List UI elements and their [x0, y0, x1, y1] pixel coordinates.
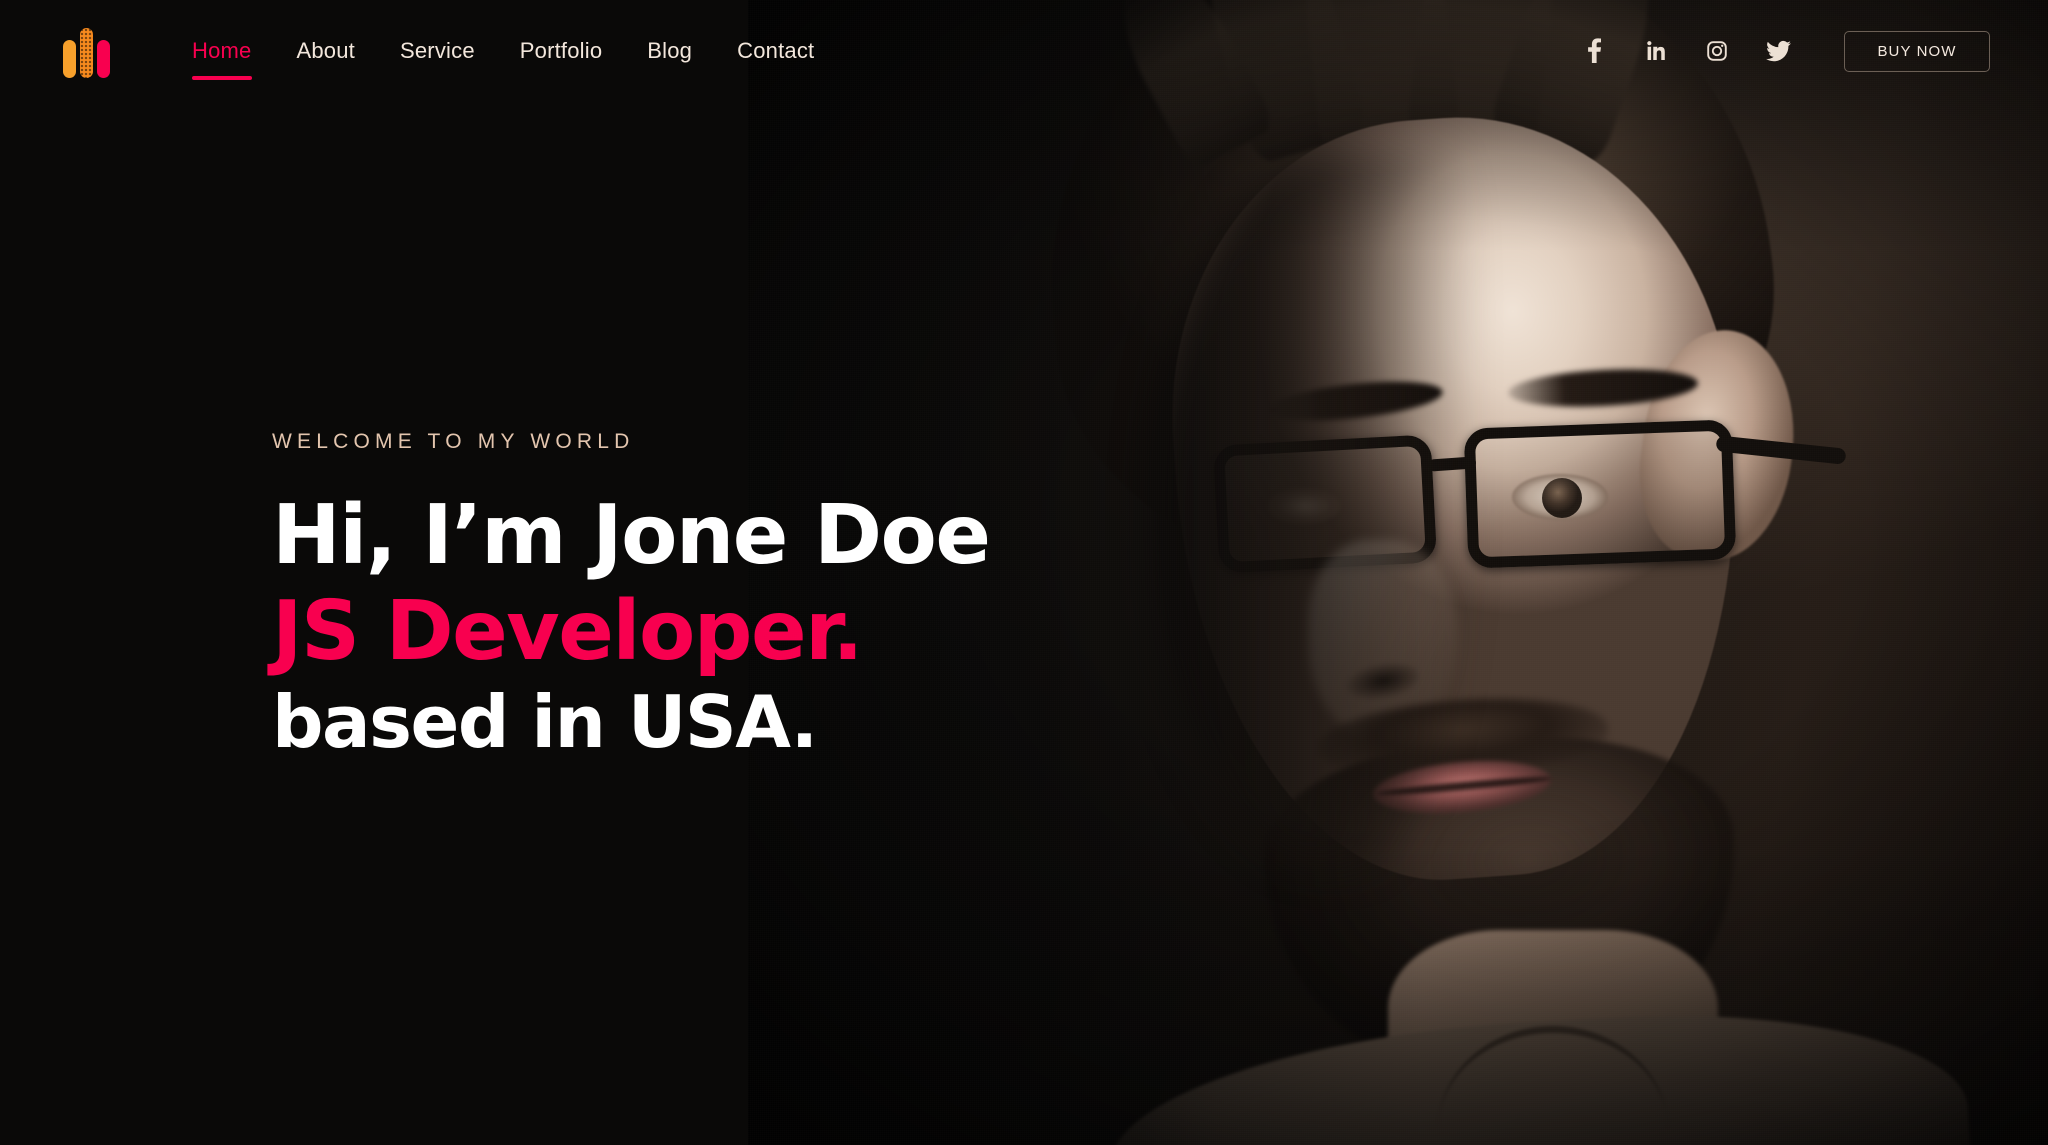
site-header: Home About Service Portfolio Blog Contac…	[0, 0, 2048, 102]
main-nav: Home About Service Portfolio Blog Contac…	[192, 0, 814, 102]
nav-item-home[interactable]: Home	[192, 0, 252, 102]
logo-bar-icon	[79, 28, 93, 78]
logo-bar-icon	[62, 40, 76, 78]
hero-headline: Hi, I’m Jone Doe JS Developer. based in …	[272, 488, 991, 764]
instagram-icon[interactable]	[1700, 34, 1734, 68]
nav-item-service[interactable]: Service	[400, 0, 475, 102]
social-links	[1576, 0, 1796, 102]
hero-headline-line-2: JS Developer.	[272, 583, 864, 679]
hero-headline-line-1: Hi, I’m Jone Doe	[272, 488, 991, 583]
buy-now-button[interactable]: BUY NOW	[1844, 31, 1990, 72]
nav-item-blog[interactable]: Blog	[647, 0, 692, 102]
hero-headline-line-3: based in USA.	[272, 679, 818, 764]
facebook-icon[interactable]	[1576, 34, 1610, 68]
nav-item-contact[interactable]: Contact	[737, 0, 814, 102]
logo-bar-icon	[96, 40, 110, 78]
nav-item-portfolio[interactable]: Portfolio	[520, 0, 603, 102]
landing-page: Home About Service Portfolio Blog Contac…	[0, 0, 2048, 1145]
logo[interactable]	[58, 24, 114, 78]
twitter-icon[interactable]	[1762, 34, 1796, 68]
hero-eyebrow: WELCOME TO MY WORLD	[272, 430, 635, 453]
nav-item-about[interactable]: About	[297, 0, 356, 102]
linkedin-icon[interactable]	[1638, 34, 1672, 68]
hero-content: WELCOME TO MY WORLD Hi, I’m Jone Doe JS …	[272, 430, 991, 764]
